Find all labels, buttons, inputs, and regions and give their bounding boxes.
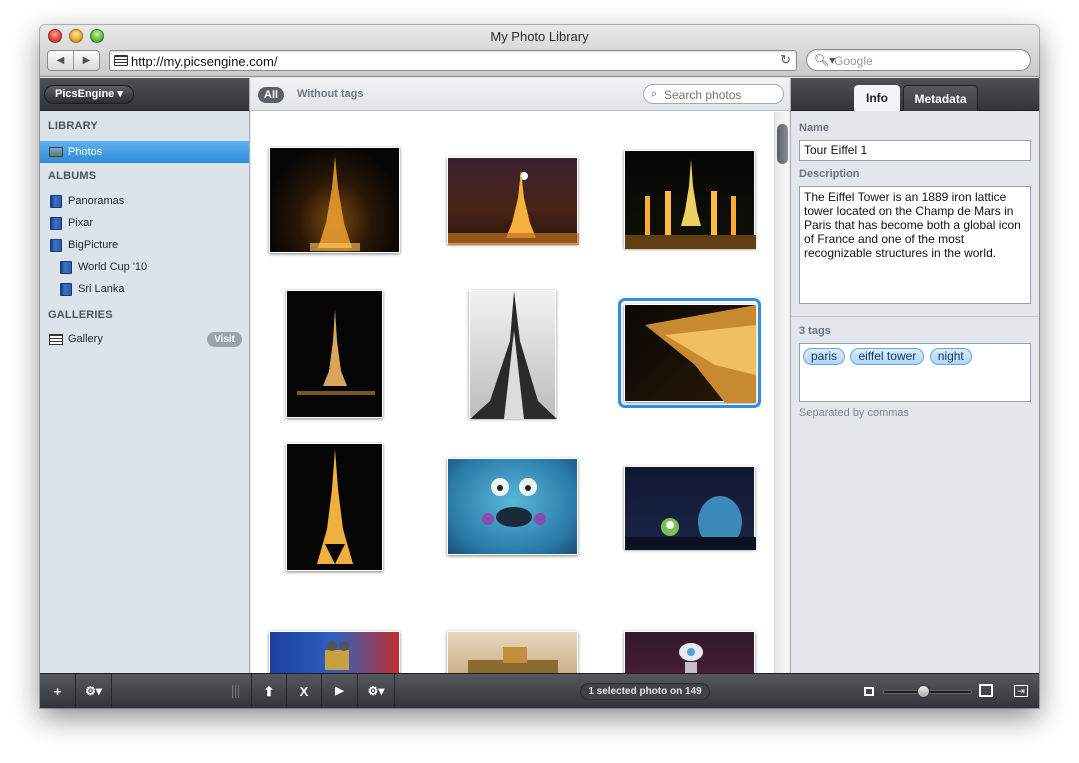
filter-all-button[interactable]: All	[258, 87, 285, 103]
sidebar-item-label: Gallery	[68, 333, 103, 345]
app-window: My Photo Library ◀ ▶ http://my.picsengin…	[40, 25, 1039, 708]
export-icon[interactable]: ⇥	[1014, 685, 1028, 697]
zoom-slider-knob[interactable]	[917, 685, 930, 698]
photo-thumbnail-selected[interactable]	[618, 298, 761, 408]
url-text[interactable]: http://my.picsengine.com/	[131, 54, 277, 69]
reload-icon[interactable]: ↻	[780, 52, 791, 68]
tags-field[interactable]: paris eiffel tower night	[799, 343, 1031, 402]
photo-settings-button[interactable]: ⚙▾	[358, 674, 395, 708]
photo-thumbnail[interactable]	[269, 147, 400, 253]
filter-bar: All Without tags ⌕	[251, 78, 789, 111]
album-icon	[50, 239, 62, 252]
sidebar-settings-button[interactable]: ⚙▾	[76, 674, 112, 708]
sidebar-item-label: World Cup '10	[78, 261, 148, 273]
tag-chip[interactable]: night	[929, 348, 972, 365]
sidebar-item-photos[interactable]: Photos	[40, 141, 249, 163]
photo-thumbnail[interactable]	[286, 443, 383, 571]
sidebar-item-label: Panoramas	[68, 195, 125, 207]
photo-grid	[251, 112, 774, 673]
browser-chrome: My Photo Library ◀ ▶ http://my.picsengin…	[40, 25, 1039, 77]
album-icon	[60, 261, 72, 274]
tag-chip[interactable]: eiffel tower	[850, 348, 925, 365]
visit-gallery-button[interactable]: Visit	[207, 332, 242, 347]
library-heading: LIBRARY	[48, 120, 98, 132]
info-panel: Info Metadata Name Tour Eiffel 1 Descrip…	[790, 78, 1039, 673]
sidebar-header: PicsEngine ▾	[40, 78, 249, 111]
site-icon	[114, 55, 128, 66]
photo-thumbnail[interactable]	[624, 466, 756, 550]
photo-thumbnail[interactable]	[624, 631, 755, 673]
sidebar-item-pixar[interactable]: Pixar	[40, 212, 249, 234]
photo-thumbnail[interactable]	[447, 157, 579, 245]
album-icon	[60, 283, 72, 296]
photo-thumbnail[interactable]	[447, 458, 578, 555]
nav-buttons: ◀ ▶	[47, 50, 100, 71]
tags-hint: Separated by commas	[799, 407, 910, 419]
back-icon[interactable]: ◀	[48, 51, 74, 70]
tab-metadata[interactable]: Metadata	[903, 85, 978, 111]
photo-search-input[interactable]	[664, 88, 780, 102]
search-icon: ⌕	[651, 88, 658, 100]
delete-button[interactable]: X	[287, 674, 322, 708]
tags-label: 3 tags	[799, 325, 831, 337]
sidebar-item-bigpicture[interactable]: BigPicture	[40, 234, 249, 256]
divider	[791, 316, 1039, 317]
tag-chip[interactable]: paris	[803, 348, 846, 365]
sidebar-item-label: Photos	[68, 146, 103, 158]
forward-icon[interactable]: ▶	[74, 51, 99, 70]
photo-thumbnail[interactable]	[624, 150, 756, 249]
description-field[interactable]: The Eiffel Tower is an 1889 iron lattice…	[799, 186, 1031, 304]
web-search-field[interactable]: 🔍︎▾ Google	[806, 49, 1031, 71]
photo-thumbnail[interactable]	[286, 290, 383, 418]
bottom-toolbar: + ⚙▾ ⬆ X ▶ ⚙▾ 1 selected photo on 149 ⇥	[40, 673, 1039, 708]
window-title: My Photo Library	[490, 29, 589, 44]
zoom-out-icon[interactable]	[864, 687, 874, 696]
upload-button[interactable]: ⬆	[251, 674, 287, 708]
zoom-in-icon[interactable]	[979, 684, 993, 697]
grid-scrollbar[interactable]	[774, 112, 789, 673]
web-search-placeholder: Google	[834, 54, 873, 68]
sidebar: PicsEngine ▾ LIBRARY Photos ALBUMS Panor…	[40, 78, 250, 673]
album-icon	[50, 195, 62, 208]
tab-info[interactable]: Info	[854, 85, 900, 111]
info-header: Info Metadata	[791, 78, 1039, 111]
url-bar[interactable]: http://my.picsengine.com/ ↻	[109, 50, 797, 71]
sidebar-item-label: BigPicture	[68, 239, 119, 251]
photo-icon	[49, 147, 63, 157]
name-label: Name	[799, 122, 829, 134]
sidebar-item-world-cup[interactable]: World Cup '10	[40, 256, 249, 278]
search-icon: 🔍︎▾	[814, 53, 836, 67]
description-label: Description	[799, 168, 860, 180]
photo-thumbnail[interactable]	[269, 631, 400, 673]
sidebar-item-sri-lanka[interactable]: Sri Lanka	[40, 278, 249, 300]
photo-thumbnail[interactable]	[469, 290, 557, 419]
galleries-heading: GALLERIES	[48, 309, 113, 321]
gallery-icon	[49, 334, 63, 345]
name-field[interactable]: Tour Eiffel 1	[799, 140, 1031, 161]
albums-heading: ALBUMS	[48, 170, 97, 182]
photo-thumbnail[interactable]	[447, 631, 578, 673]
resize-grip[interactable]	[232, 685, 241, 698]
sidebar-item-gallery[interactable]: Gallery Visit	[40, 328, 249, 350]
add-button[interactable]: +	[40, 674, 76, 708]
album-icon	[50, 217, 62, 230]
sidebar-item-panoramas[interactable]: Panoramas	[40, 190, 249, 212]
filter-without-tags-button[interactable]: Without tags	[297, 88, 364, 100]
app-menu-button[interactable]: PicsEngine ▾	[44, 85, 134, 104]
slideshow-button[interactable]: ▶	[322, 674, 358, 708]
scrollbar-thumb[interactable]	[777, 124, 788, 164]
photo-search-field[interactable]: ⌕	[643, 84, 784, 104]
sidebar-item-label: Pixar	[68, 217, 94, 229]
selection-status: 1 selected photo on 149	[580, 683, 710, 700]
sidebar-item-label: Sri Lanka	[78, 283, 125, 295]
photo-browser: All Without tags ⌕	[251, 78, 789, 673]
